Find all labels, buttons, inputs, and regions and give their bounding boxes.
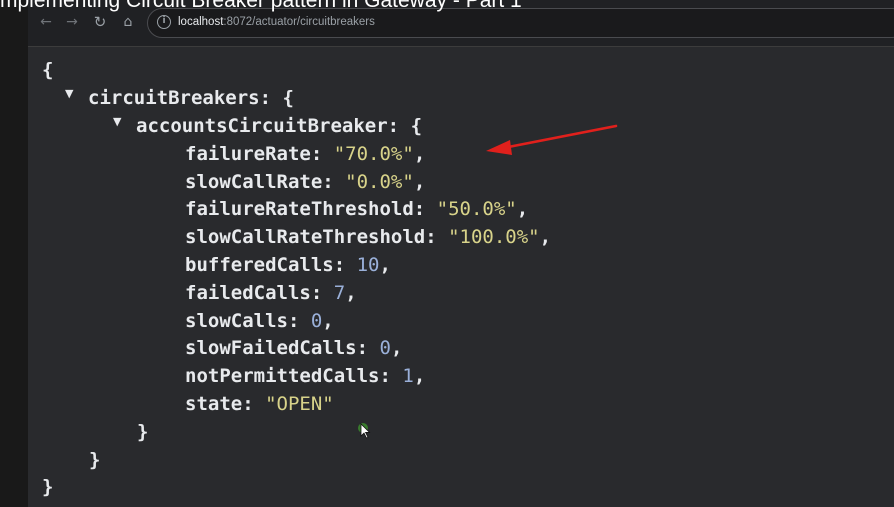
field-failure-rate: failureRate: "70.0%", (185, 143, 426, 165)
reload-icon[interactable]: ↻ (90, 12, 110, 32)
field-not-permitted-calls: notPermittedCalls: 1, (185, 365, 426, 387)
circuit-breakers-close-brace: } (89, 449, 101, 471)
accounts-close-brace: } (137, 421, 149, 443)
root-open-brace: { (42, 59, 54, 81)
mouse-cursor-icon (358, 423, 371, 439)
address-bar[interactable]: i localhost:8072/actuator/circuitbreaker… (147, 8, 894, 38)
circuit-breakers-entry[interactable]: circuitBreakers: { (88, 84, 294, 112)
field-slow-call-rate: slowCallRate: "0.0%", (185, 171, 426, 193)
left-dark-strip (0, 0, 28, 507)
back-arrow-icon[interactable]: ← (36, 12, 56, 32)
video-title: mplementing Circuit Breaker pattern in G… (0, 0, 522, 12)
field-slow-failed-calls: slowFailedCalls: 0, (185, 337, 403, 359)
field-slow-call-rate-threshold: slowCallRateThreshold: "100.0%", (185, 226, 552, 248)
url-path: :8072/actuator/circuitbreakers (223, 16, 375, 28)
home-icon[interactable]: ⌂ (118, 12, 138, 32)
state-value: "OPEN" (265, 393, 334, 415)
info-icon[interactable]: i (157, 15, 171, 29)
accounts-circuit-breaker-key: accountsCircuitBreaker (136, 115, 388, 137)
triangle-expanded-icon[interactable]: ▼ (65, 87, 73, 100)
forward-arrow-icon[interactable]: → (62, 12, 82, 32)
field-failed-calls: failedCalls: 7, (185, 282, 357, 304)
field-buffered-calls: bufferedCalls: 10, (185, 254, 391, 276)
field-slow-calls: slowCalls: 0, (185, 310, 334, 332)
root-close-brace: } (42, 476, 54, 498)
triangle-expanded-icon[interactable]: ▼ (113, 115, 121, 128)
json-viewer: { ▼ circuitBreakers: { ▼ accountsCircuit… (28, 47, 894, 507)
circuit-breakers-key: circuitBreakers (88, 87, 260, 109)
address-url[interactable]: localhost:8072/actuator/circuitbreakers (178, 16, 375, 28)
field-state: state: "OPEN" (185, 393, 334, 415)
browser-window: ← → ↻ ⌂ i localhost:8072/actuator/circui… (28, 0, 894, 507)
failure-rate-value: "70.0%" (333, 143, 414, 165)
accounts-circuit-breaker-entry[interactable]: accountsCircuitBreaker: { (136, 112, 422, 140)
field-failure-rate-threshold: failureRateThreshold: "50.0%", (185, 198, 529, 220)
url-host: localhost (178, 16, 224, 28)
